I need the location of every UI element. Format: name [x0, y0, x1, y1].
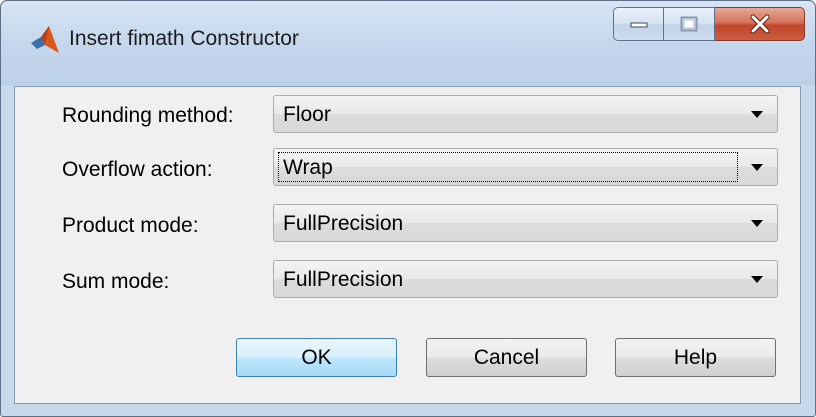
rounding-method-select[interactable]: Floor [273, 95, 778, 133]
overflow-action-value: Wrap [278, 152, 738, 182]
minimize-button[interactable] [613, 7, 664, 41]
matlab-membrane-icon [29, 23, 61, 55]
help-button[interactable]: Help [615, 338, 776, 377]
cancel-button[interactable]: Cancel [426, 338, 587, 377]
help-button-label: Help [673, 345, 718, 369]
sum-mode-value: FullPrecision [283, 268, 404, 291]
overflow-action-select[interactable]: Wrap [273, 148, 778, 186]
dialog-window: Insert fimath Constructor Rounding metho… [0, 0, 816, 417]
rounding-method-value: Floor [283, 103, 331, 126]
minimize-icon [630, 19, 648, 29]
window-title: Insert fimath Constructor [69, 27, 299, 50]
ok-button[interactable]: OK [236, 338, 397, 377]
product-mode-label: Product mode: [62, 214, 199, 237]
chevron-down-icon [751, 164, 763, 171]
product-mode-value: FullPrecision [283, 212, 404, 235]
maximize-button[interactable] [664, 7, 715, 41]
ok-button-label: OK [301, 345, 332, 369]
rounding-method-label: Rounding method: [62, 104, 234, 127]
sum-mode-label: Sum mode: [62, 270, 170, 293]
chevron-down-icon [751, 220, 763, 227]
close-icon [749, 14, 771, 34]
title-bar[interactable]: Insert fimath Constructor [1, 1, 815, 85]
overflow-action-label: Overflow action: [62, 158, 213, 181]
product-mode-select[interactable]: FullPrecision [273, 204, 778, 242]
caption-buttons [613, 7, 805, 41]
cancel-button-label: Cancel [473, 345, 540, 369]
chevron-down-icon [751, 111, 763, 118]
close-button[interactable] [715, 7, 805, 41]
chevron-down-icon [751, 276, 763, 283]
maximize-icon [680, 16, 698, 32]
dialog-content: Rounding method: Floor Overflow action: … [14, 86, 801, 404]
sum-mode-select[interactable]: FullPrecision [273, 260, 778, 298]
